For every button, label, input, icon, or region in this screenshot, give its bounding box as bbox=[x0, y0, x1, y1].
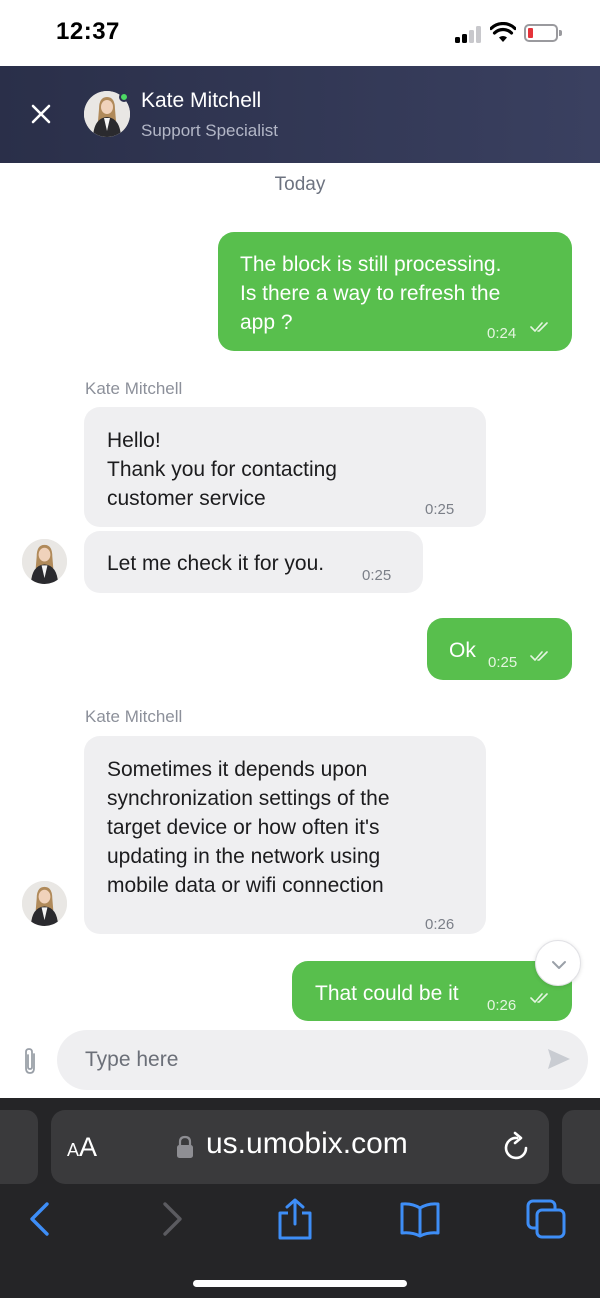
sender-name: Kate Mitchell bbox=[85, 379, 183, 398]
url-text: us.umobix.com bbox=[206, 1127, 408, 1160]
agent-role: Support Specialist bbox=[141, 121, 279, 140]
message-time: 0:26 bbox=[487, 997, 517, 1014]
message-time: 0:25 bbox=[425, 501, 455, 518]
message-text: Ok bbox=[449, 639, 476, 662]
sender-name: Kate Mitchell bbox=[85, 707, 183, 726]
incoming-message: Sometimes it depends upon synchronizatio… bbox=[84, 736, 486, 934]
composer-bar bbox=[0, 1022, 600, 1098]
message-time: 0:26 bbox=[425, 916, 455, 933]
forward-icon[interactable] bbox=[150, 1198, 192, 1240]
message-text: Hello! Thank you for contacting customer… bbox=[107, 429, 337, 510]
back-icon[interactable] bbox=[20, 1198, 62, 1240]
text-size-small-glyph: A bbox=[67, 1140, 80, 1160]
status-bar: 12:37 bbox=[0, 0, 600, 66]
agent-name: Kate Mitchell bbox=[141, 89, 262, 112]
read-receipt-icon bbox=[530, 993, 548, 1003]
message-text: That could be it bbox=[315, 982, 459, 1005]
agent-message-avatar bbox=[22, 881, 67, 926]
online-status-dot bbox=[119, 92, 129, 102]
next-tab-preview[interactable] bbox=[562, 1110, 600, 1184]
agent-message-avatar bbox=[22, 539, 67, 584]
message-input[interactable] bbox=[57, 1030, 588, 1090]
scroll-to-bottom-button[interactable] bbox=[535, 940, 581, 986]
incoming-message: Hello! Thank you for contacting customer… bbox=[84, 407, 486, 527]
message-time: 0:24 bbox=[487, 325, 517, 342]
read-receipt-icon bbox=[530, 651, 548, 661]
bookmarks-icon[interactable] bbox=[399, 1198, 441, 1240]
cellular-signal-icon bbox=[455, 25, 483, 43]
close-icon[interactable] bbox=[26, 99, 56, 129]
reload-icon[interactable] bbox=[502, 1131, 532, 1163]
chat-header: Kate Mitchell Support Specialist bbox=[0, 66, 600, 163]
previous-tab-preview[interactable] bbox=[0, 1110, 38, 1184]
message-text: Let me check it for you. bbox=[107, 552, 325, 575]
address-bar[interactable]: AA us.umobix.com bbox=[51, 1110, 549, 1184]
browser-toolbar: AA us.umobix.com bbox=[0, 1098, 600, 1298]
home-indicator bbox=[193, 1280, 407, 1287]
send-icon[interactable] bbox=[546, 1046, 572, 1072]
status-time: 12:37 bbox=[56, 18, 120, 45]
message-time: 0:25 bbox=[362, 567, 392, 584]
wifi-icon bbox=[490, 22, 516, 42]
paperclip-icon[interactable] bbox=[18, 1046, 42, 1076]
read-receipt-icon bbox=[530, 322, 548, 332]
text-size-big-glyph: A bbox=[79, 1132, 98, 1162]
agent-avatar bbox=[84, 91, 130, 137]
battery-icon bbox=[524, 24, 562, 42]
outgoing-message: The block is still processing. Is there … bbox=[218, 232, 572, 351]
day-separator: Today bbox=[274, 174, 326, 195]
text-size-button[interactable]: AA bbox=[67, 1132, 97, 1163]
message-text: Sometimes it depends upon synchronizatio… bbox=[107, 758, 390, 897]
chevron-down-icon bbox=[552, 961, 566, 969]
share-icon[interactable] bbox=[274, 1198, 316, 1240]
tabs-icon[interactable] bbox=[525, 1198, 567, 1240]
incoming-message: Let me check it for you. 0:25 bbox=[84, 531, 423, 593]
lock-icon bbox=[177, 1135, 193, 1158]
message-time: 0:25 bbox=[488, 654, 518, 671]
outgoing-message: That could be it 0:26 bbox=[292, 961, 572, 1021]
outgoing-message: Ok 0:25 bbox=[427, 618, 572, 680]
